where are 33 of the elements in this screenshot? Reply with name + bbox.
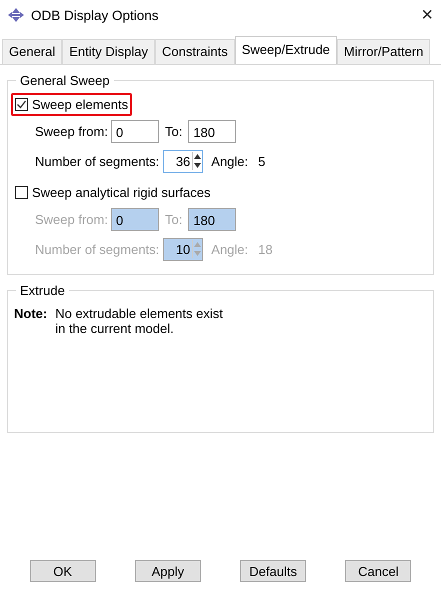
dialog-button[interactable]: OK: [30, 560, 96, 582]
dialog-button[interactable]: Defaults: [240, 560, 306, 582]
up-arrow-icon[interactable]: [193, 152, 202, 161]
input-field[interactable]: 180: [188, 120, 236, 142]
tab[interactable]: Constraints: [155, 39, 235, 64]
note-text: No extrudable elements exist in the current model.: [55, 306, 224, 336]
note-label: Note:: [14, 306, 48, 323]
field-label: Sweep from:: [35, 124, 108, 138]
angle-value: 18: [258, 242, 273, 256]
field-label: To:: [164, 212, 182, 226]
group-title: Extrude: [19, 283, 66, 298]
tab[interactable]: Mirror/Pattern: [336, 39, 430, 64]
field-label: Angle:: [211, 154, 248, 168]
check-icon: [16, 98, 27, 110]
close-button[interactable]: ×: [421, 4, 433, 26]
tab[interactable]: Entity Display: [62, 39, 155, 64]
down-arrow-icon[interactable]: [193, 161, 202, 170]
app-icon: [8, 8, 24, 22]
checkbox[interactable]: Sweep elements: [11, 92, 132, 116]
dialog-button[interactable]: Apply: [134, 560, 201, 582]
angle-value: 5: [258, 154, 266, 168]
tab[interactable]: Sweep/Extrude: [234, 36, 337, 64]
field-label: To:: [164, 124, 182, 138]
tab[interactable]: General: [2, 39, 62, 64]
spin-field[interactable]: 36: [163, 150, 204, 172]
field-label: Sweep from:: [35, 212, 108, 226]
field-label: Number of segments:: [35, 154, 160, 168]
group-title: General Sweep: [19, 73, 111, 88]
field-label: Number of segments:: [35, 242, 160, 256]
window-title: ODB Display Options: [31, 8, 160, 22]
field-label: Angle:: [211, 242, 248, 256]
dialog-button[interactable]: Cancel: [345, 560, 412, 582]
input-field[interactable]: 0: [110, 120, 159, 142]
